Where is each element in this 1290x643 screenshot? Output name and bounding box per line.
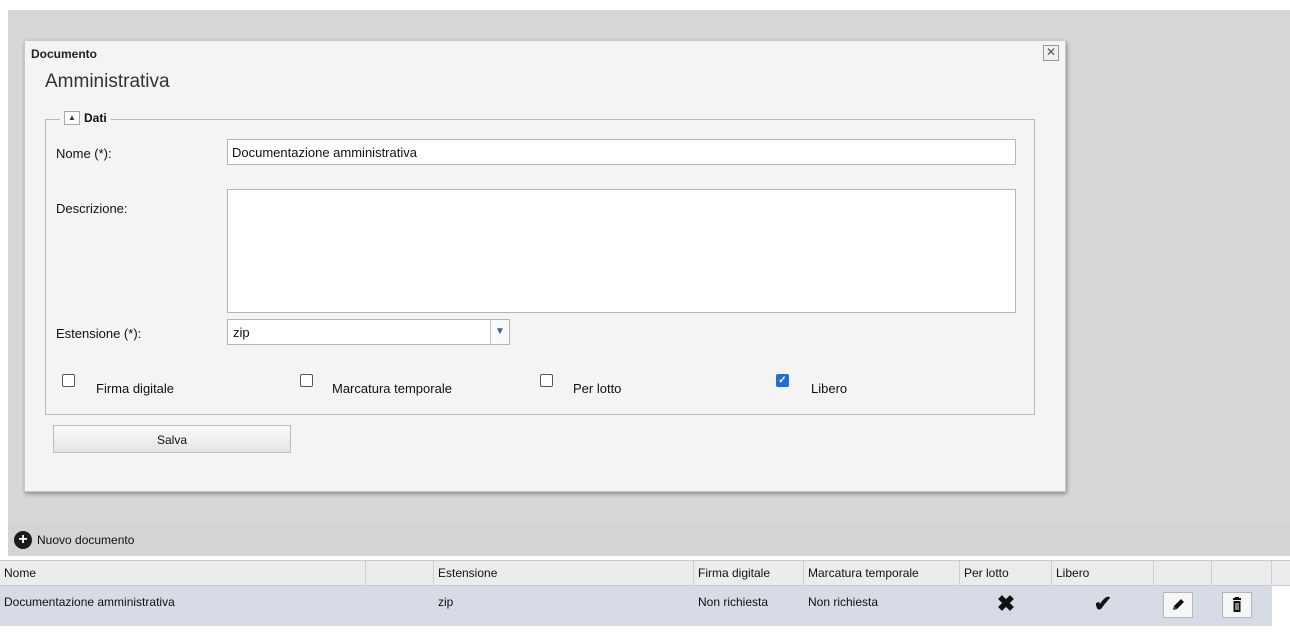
cell-estensione: zip [438, 595, 454, 609]
dialog-title: Documento [31, 47, 97, 61]
cell-nome: Documentazione amministrativa [4, 595, 175, 609]
descrizione-textarea[interactable] [227, 189, 1016, 313]
edit-button[interactable] [1163, 592, 1193, 618]
grid-header: Nome Estensione Firma digitale Marcatura… [0, 560, 1290, 586]
libero-label: Libero [811, 381, 848, 396]
close-icon: ✕ [1045, 45, 1057, 59]
chevron-down-icon[interactable]: ▼ [490, 320, 509, 344]
per-lotto-checkbox[interactable] [540, 374, 553, 387]
per-lotto-label: Per lotto [573, 381, 622, 396]
close-button[interactable]: ✕ [1043, 45, 1059, 61]
column-header-estensione[interactable]: Estensione [434, 561, 694, 585]
document-heading: Amministrativa [45, 71, 170, 92]
cell-per-lotto: ✖ [960, 586, 1052, 626]
column-header-libero[interactable]: Libero [1052, 561, 1154, 585]
descrizione-label: Descrizione: [56, 201, 128, 216]
legend-label: Dati [84, 111, 107, 125]
table-row[interactable]: Documentazione amministrativa zip Non ri… [0, 586, 1272, 626]
checkmark-icon: ✓ [778, 375, 787, 386]
estensione-label: Estensione (*): [56, 326, 142, 341]
column-header-per-lotto[interactable]: Per lotto [960, 561, 1052, 585]
nome-input[interactable] [227, 139, 1016, 165]
estensione-value: zip [233, 325, 250, 340]
column-header-marcatura-temporale[interactable]: Marcatura temporale [804, 561, 960, 585]
cross-icon: ✖ [996, 591, 1016, 616]
collapse-up-icon[interactable]: ▲ [64, 111, 80, 125]
checkmark-icon: ✔ [1093, 591, 1113, 616]
column-header-blank [366, 561, 434, 585]
libero-checkbox[interactable]: ✓ [776, 374, 789, 387]
marcatura-temporale-checkbox[interactable] [300, 374, 313, 387]
dati-fieldset: ▲ Dati Nome (*): Descrizione: Estensione… [45, 111, 1035, 415]
firma-digitale-checkbox[interactable] [62, 374, 75, 387]
column-header-nome[interactable]: Nome [0, 561, 366, 585]
new-document-button[interactable]: + Nuovo documento [14, 531, 134, 549]
column-header-delete [1212, 561, 1272, 585]
new-document-label: Nuovo documento [37, 533, 135, 547]
plus-circle-icon: + [14, 531, 32, 549]
fieldset-legend: ▲ Dati [60, 111, 111, 125]
column-header-edit [1154, 561, 1212, 585]
document-dialog: Documento ✕ Amministrativa ▲ Dati Nome (… [24, 40, 1066, 492]
cell-libero: ✔ [1052, 586, 1154, 626]
nome-label: Nome (*): [56, 146, 112, 161]
grid-toolbar: + Nuovo documento [8, 523, 1290, 556]
column-header-firma-digitale[interactable]: Firma digitale [694, 561, 804, 585]
marcatura-temporale-label: Marcatura temporale [332, 381, 452, 396]
trash-icon [1233, 597, 1241, 612]
firma-digitale-label: Firma digitale [96, 381, 175, 396]
cell-firma-digitale: Non richiesta [698, 595, 769, 609]
save-button[interactable]: Salva [53, 425, 291, 453]
cell-marcatura-temporale: Non richiesta [808, 595, 879, 609]
pencil-icon [1173, 599, 1184, 610]
delete-button[interactable] [1222, 592, 1252, 618]
estensione-select[interactable]: zip ▼ [227, 319, 510, 345]
